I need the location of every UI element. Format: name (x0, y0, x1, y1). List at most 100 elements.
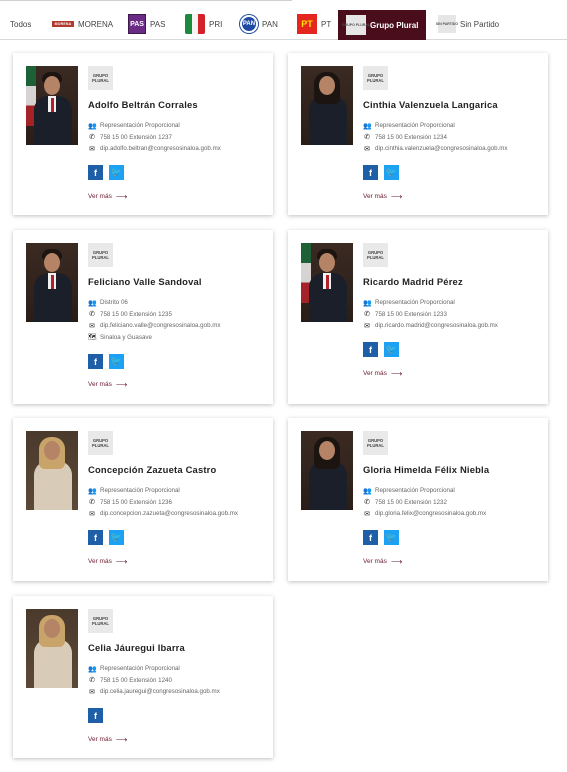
info-text: Sinaloa y Guasave (100, 333, 152, 341)
ver-mas-label: Ver más (88, 381, 112, 388)
users-icon: 👥 (363, 299, 372, 307)
deputy-name: Concepción Zazueta Castro (88, 464, 217, 475)
info-text: Representación Proporcional (375, 487, 455, 495)
pas-logo-icon: PAS (128, 14, 146, 34)
facebook-icon[interactable]: f (88, 165, 103, 180)
ver-mas-link[interactable]: Ver más ⟶ (88, 557, 127, 566)
twitter-icon[interactable]: 🐦 (384, 342, 399, 357)
info-text: Representación Proporcional (375, 122, 455, 130)
email-link[interactable]: dip.cinthia.valenzuela@congresosinaloa.g… (375, 145, 508, 152)
arrow-right-icon: ⟶ (115, 735, 128, 744)
tab-todos[interactable]: Todos (10, 10, 31, 38)
tab-pt[interactable]: PT PT (297, 10, 331, 38)
ver-mas-link[interactable]: Ver más ⟶ (363, 369, 402, 378)
twitter-icon[interactable]: 🐦 (109, 165, 124, 180)
facebook-icon[interactable]: f (363, 530, 378, 545)
info-row-phone: ✆ 758 15 00 Extensión 1232 (363, 497, 486, 509)
ver-mas-link[interactable]: Ver más ⟶ (88, 192, 127, 201)
tab-grupo-plural[interactable]: GRUPO PLURAL Grupo Plural (338, 10, 427, 40)
info-row-email[interactable]: ✉ dip.concepcion.zazueta@congresosinaloa.… (88, 508, 238, 520)
tab-sin-partido[interactable]: SIN PARTIDO Sin Partido (436, 10, 499, 38)
ver-mas-link[interactable]: Ver más ⟶ (88, 380, 127, 389)
users-icon: 👥 (363, 122, 372, 130)
pan-logo-icon: PAN (240, 15, 258, 33)
social-links: f 🐦 (363, 530, 399, 545)
tab-label: PAS (150, 19, 166, 29)
deputy-name: Ricardo Madrid Pérez (363, 276, 463, 287)
info-text: Representación Proporcional (100, 122, 180, 130)
ver-mas-link[interactable]: Ver más ⟶ (88, 735, 127, 744)
grupo-plural-badge: GRUPO PLURAL (88, 66, 113, 90)
phone-icon: ✆ (364, 311, 370, 319)
tab-pan[interactable]: PAN PAN (240, 10, 278, 38)
social-links: f 🐦 (363, 165, 399, 180)
info-row-email[interactable]: ✉ dip.celia.jauregui@congresosinaloa.gob.… (88, 686, 220, 698)
tab-label: Grupo Plural (370, 20, 419, 30)
twitter-icon[interactable]: 🐦 (384, 165, 399, 180)
users-icon: 👥 (88, 487, 97, 495)
info-row-phone: ✆ 758 15 00 Extensión 1233 (363, 309, 498, 321)
info-row-email[interactable]: ✉ dip.cinthia.valenzuela@congresosinaloa.… (363, 143, 508, 155)
envelope-icon: ✉ (364, 510, 370, 518)
tab-label: MORENA (78, 19, 114, 29)
arrow-right-icon: ⟶ (390, 192, 403, 201)
info-text: 758 15 00 Extensión 1233 (375, 310, 447, 318)
deputy-name: Celia Jáuregui Ibarra (88, 642, 185, 653)
grupo-plural-badge: GRUPO PLURAL (363, 243, 388, 267)
envelope-icon: ✉ (89, 688, 95, 696)
facebook-icon[interactable]: f (363, 342, 378, 357)
facebook-icon[interactable]: f (88, 708, 103, 723)
deputy-info: 👥 Representación Proporcional ✆ 758 15 00 … (88, 485, 238, 520)
envelope-icon: ✉ (89, 145, 95, 153)
arrow-right-icon: ⟶ (115, 557, 128, 566)
email-link[interactable]: dip.adolfo.beltran@congresosinaloa.gob.m… (100, 145, 221, 152)
email-link[interactable]: dip.celia.jauregui@congresosinaloa.gob.m… (100, 688, 220, 695)
deputy-card: GRUPO PLURAL Cinthia Valenzuela Langaric… (288, 53, 548, 215)
ver-mas-link[interactable]: Ver más ⟶ (363, 557, 402, 566)
twitter-icon[interactable]: 🐦 (109, 530, 124, 545)
deputy-info: 👥 Representación Proporcional ✆ 758 15 00 … (88, 663, 220, 698)
tab-pas[interactable]: PAS PAS (128, 10, 165, 38)
info-text: Distrito 06 (100, 299, 128, 307)
deputy-photo (26, 431, 78, 510)
deputy-photo (301, 431, 353, 510)
tab-morena[interactable]: MORENA MORENA (52, 10, 113, 38)
email-link[interactable]: dip.concepcion.zazueta@congresosinaloa.g… (100, 510, 238, 517)
ver-mas-link[interactable]: Ver más ⟶ (363, 192, 402, 201)
info-text: Representación Proporcional (100, 665, 180, 673)
social-links: f 🐦 (363, 342, 399, 357)
info-row-email[interactable]: ✉ dip.ricardo.madrid@congresosinaloa.gob.… (363, 320, 498, 332)
info-row-phone: ✆ 758 15 00 Extensión 1240 (88, 675, 220, 687)
facebook-icon[interactable]: f (363, 165, 378, 180)
deputy-card: GRUPO PLURAL Ricardo Madrid Pérez 👥 Repre… (288, 230, 548, 404)
ver-mas-label: Ver más (363, 193, 387, 200)
arrow-right-icon: ⟶ (115, 380, 128, 389)
info-row-email[interactable]: ✉ dip.adolfo.beltran@congresosinaloa.gob.… (88, 143, 221, 155)
map-icon: 🗺 (88, 334, 97, 342)
deputy-card: GRUPO PLURAL Feliciano Valle Sandoval 👥 D… (13, 230, 273, 404)
twitter-icon[interactable]: 🐦 (109, 354, 124, 369)
info-row-phone: ✆ 758 15 00 Extensión 1235 (88, 309, 220, 321)
info-row-email[interactable]: ✉ dip.gloria.felix@congresosinaloa.gob.mx (363, 508, 486, 520)
email-link[interactable]: dip.ricardo.madrid@congresosinaloa.gob.m… (375, 322, 498, 329)
email-link[interactable]: dip.feliciano.valle@congresosinaloa.gob.… (100, 322, 220, 329)
facebook-icon[interactable]: f (88, 354, 103, 369)
info-text: Representación Proporcional (100, 487, 180, 495)
tab-pri[interactable]: PRI (185, 10, 222, 38)
social-links: f 🐦 (88, 165, 124, 180)
deputy-card: GRUPO PLURAL Gloria Himelda Félix Niebla… (288, 418, 548, 581)
twitter-icon[interactable]: 🐦 (384, 530, 399, 545)
info-row-email[interactable]: ✉ dip.feliciano.valle@congresosinaloa.gob… (88, 320, 220, 332)
info-row-phone: ✆ 758 15 00 Extensión 1237 (88, 132, 221, 144)
phone-icon: ✆ (89, 311, 95, 319)
email-link[interactable]: dip.gloria.felix@congresosinaloa.gob.mx (375, 510, 486, 517)
info-row-type: 👥 Representación Proporcional (363, 297, 498, 309)
ver-mas-label: Ver más (363, 558, 387, 565)
info-row-phone: ✆ 758 15 00 Extensión 1236 (88, 497, 238, 509)
tab-label: PAN (262, 19, 278, 29)
envelope-icon: ✉ (89, 322, 95, 330)
pt-logo-icon: PT (297, 14, 317, 34)
arrow-right-icon: ⟶ (390, 369, 403, 378)
tabs-top-divider (0, 0, 292, 1)
facebook-icon[interactable]: f (88, 530, 103, 545)
